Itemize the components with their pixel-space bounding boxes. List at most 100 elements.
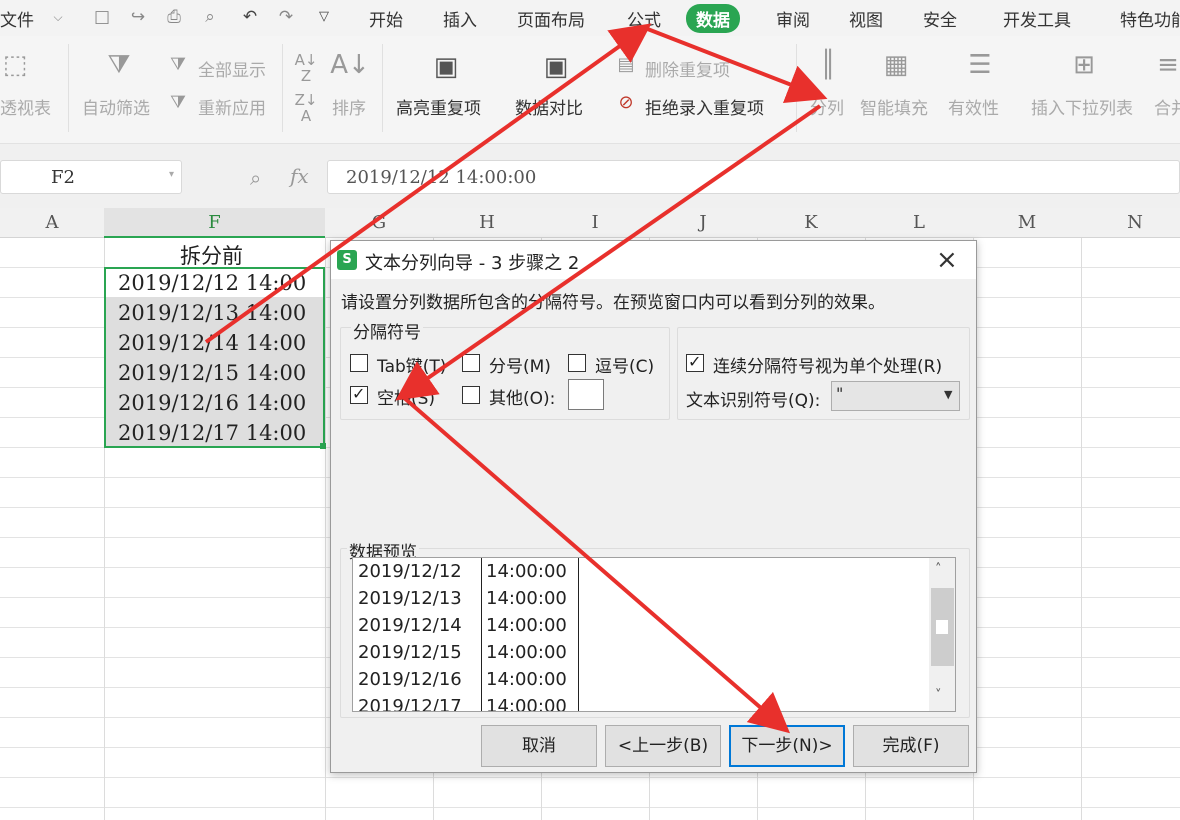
show-all-button[interactable]: 全部显示 [198,56,266,81]
data-cell[interactable]: 2019/12/15 14:00 [118,361,306,385]
tab-data[interactable]: 数据 [686,4,740,33]
col-line [325,238,326,820]
name-box[interactable]: F2 ▾ [0,160,182,194]
text-qualifier-select[interactable]: " ▼ [831,381,960,411]
comma-checkbox[interactable] [568,354,586,372]
tab-insert[interactable]: 插入 [443,6,477,31]
split-column-button[interactable]: 分列 [810,94,844,119]
name-box-value: F2 [51,167,75,188]
preview-pane[interactable]: 2019/12/12 14:00:00 2019/12/13 14:00:00 … [352,557,956,712]
text-qualifier-value: " [836,384,844,403]
column-header-k[interactable]: K [757,212,865,233]
column-header-a[interactable]: A [0,212,104,233]
column-header-i[interactable]: I [541,212,649,233]
function-icon[interactable]: fx [290,164,309,188]
formula-bar: F2 ▾ ⌕ fx 2019/12/12 14:00:00 [0,144,1180,208]
chevron-down-icon[interactable]: ▾ [169,169,174,180]
column-break-line [481,558,482,711]
column-header-f[interactable]: F [104,208,325,238]
smart-fill-button[interactable]: 智能填充 [860,94,928,119]
sort-descending-icon[interactable]: Z↓ A [294,92,318,124]
text-to-columns-dialog: S 文本分列向导 - 3 步骤之 2 × 请设置分列数据所包含的分隔符号。在预览… [330,240,977,773]
tab-formulas[interactable]: 公式 [627,6,661,31]
comma-label[interactable]: 逗号(C) [595,352,654,377]
chevron-down-icon[interactable]: ⌵ [48,7,68,27]
scroll-down-icon[interactable]: ˅ [935,688,942,703]
save-icon[interactable]: □ [92,7,112,27]
formula-input[interactable]: 2019/12/12 14:00:00 [327,160,1180,194]
redo-icon[interactable]: ↷ [276,7,296,27]
scroll-up-icon[interactable]: ˄ [935,562,942,577]
close-icon[interactable]: × [936,245,958,275]
header-cell[interactable]: 拆分前 [180,240,243,270]
reject-duplicate-entry-button[interactable]: 拒绝录入重复项 [645,94,764,119]
text-qualifier-label: 文本识别符号(Q): [686,391,821,411]
data-cell[interactable]: 2019/12/16 14:00 [118,391,306,415]
semicolon-label[interactable]: 分号(M) [489,352,551,377]
merge-button[interactable]: 合并 [1154,94,1180,119]
column-header-l[interactable]: L [865,212,973,233]
ribbon-divider [796,44,797,132]
data-cell[interactable]: 2019/12/17 14:00 [118,421,306,445]
file-menu[interactable]: 文件 [0,6,34,31]
pivot-table-button[interactable]: 透视表 [0,94,51,119]
tab-special-features[interactable]: 特色功能 [1120,6,1180,31]
undo-icon[interactable]: ↶ [240,7,260,27]
filter-icon: ⧩ [107,50,131,80]
column-header-g[interactable]: G [325,212,433,233]
menu-bar: 文件 ⌵ □ ↪ ⎙ ⌕ ↶ ↷ ▽ 开始 插入 页面布局 公式 数据 审阅 视… [0,0,1180,36]
cancel-button[interactable]: 取消 [481,725,597,767]
data-cell[interactable]: 2019/12/13 14:00 [118,301,306,325]
tab-security[interactable]: 安全 [923,6,957,31]
data-compare-button[interactable]: 数据对比 [515,94,583,119]
other-delimiter-input[interactable] [568,379,604,410]
back-button[interactable]: <上一步(B) [605,725,721,767]
reapply-button[interactable]: 重新应用 [198,94,266,119]
tab-label[interactable]: Tab键(T) [377,352,446,377]
preview-cell: 2019/12/13 [358,588,462,609]
validity-icon: ☰ [968,50,992,80]
space-checkbox[interactable] [350,384,368,404]
consecutive-delimiters-label[interactable]: 连续分隔符号视为单个处理(R) [713,352,942,377]
other-checkbox[interactable] [462,386,480,404]
other-label[interactable]: 其他(O): [489,384,555,409]
tab-page-layout[interactable]: 页面布局 [517,6,585,31]
data-cell[interactable]: 2019/12/14 14:00 [118,331,306,355]
tab-view[interactable]: 视图 [849,6,883,31]
preview-scrollbar[interactable]: ˄ ˅ [929,558,955,711]
finish-button[interactable]: 完成(F) [853,725,969,767]
consecutive-delimiters-checkbox[interactable] [686,352,704,372]
tab-developer[interactable]: 开发工具 [1003,6,1071,31]
sort-button[interactable]: 排序 [332,94,366,119]
next-button[interactable]: 下一步(N)> [729,725,845,767]
customize-dropdown-icon[interactable]: ▽ [314,7,334,27]
column-header-n[interactable]: N [1081,212,1180,233]
preview-cell: 2019/12/12 [358,561,462,582]
fill-handle[interactable] [320,443,326,449]
highlight-duplicates-button[interactable]: 高亮重复项 [396,94,481,119]
tab-checkbox[interactable] [350,354,368,372]
validity-button[interactable]: 有效性 [948,94,999,119]
export-icon[interactable]: ↪ [128,7,148,27]
print-icon[interactable]: ⎙ [164,7,184,27]
semicolon-checkbox[interactable] [462,354,480,372]
preview-cell: 2019/12/14 [358,615,462,636]
smart-fill-icon: ▦ [883,50,909,80]
column-header-h[interactable]: H [433,212,541,233]
dialog-title-bar[interactable]: S 文本分列向导 - 3 步骤之 2 × [331,241,976,279]
data-cell[interactable]: 2019/12/12 14:00 [118,271,306,295]
remove-duplicates-button[interactable]: 删除重复项 [645,56,730,81]
preview-cell: 14:00:00 [486,588,567,609]
tab-home[interactable]: 开始 [369,6,403,31]
print-preview-icon[interactable]: ⌕ [200,7,220,27]
auto-filter-button[interactable]: 自动筛选 [82,94,150,119]
sort-ascending-icon[interactable]: A↓ Z [294,52,318,84]
tab-review[interactable]: 审阅 [776,6,810,31]
column-break-line [578,558,579,711]
insert-dropdown-list-button[interactable]: 插入下拉列表 [1031,94,1133,119]
column-header-j[interactable]: J [649,212,757,233]
space-label[interactable]: 空格(S) [377,384,435,409]
column-header-m[interactable]: M [973,212,1081,233]
zoom-search-icon[interactable]: ⌕ [250,166,261,190]
chevron-down-icon: ▼ [944,388,953,401]
